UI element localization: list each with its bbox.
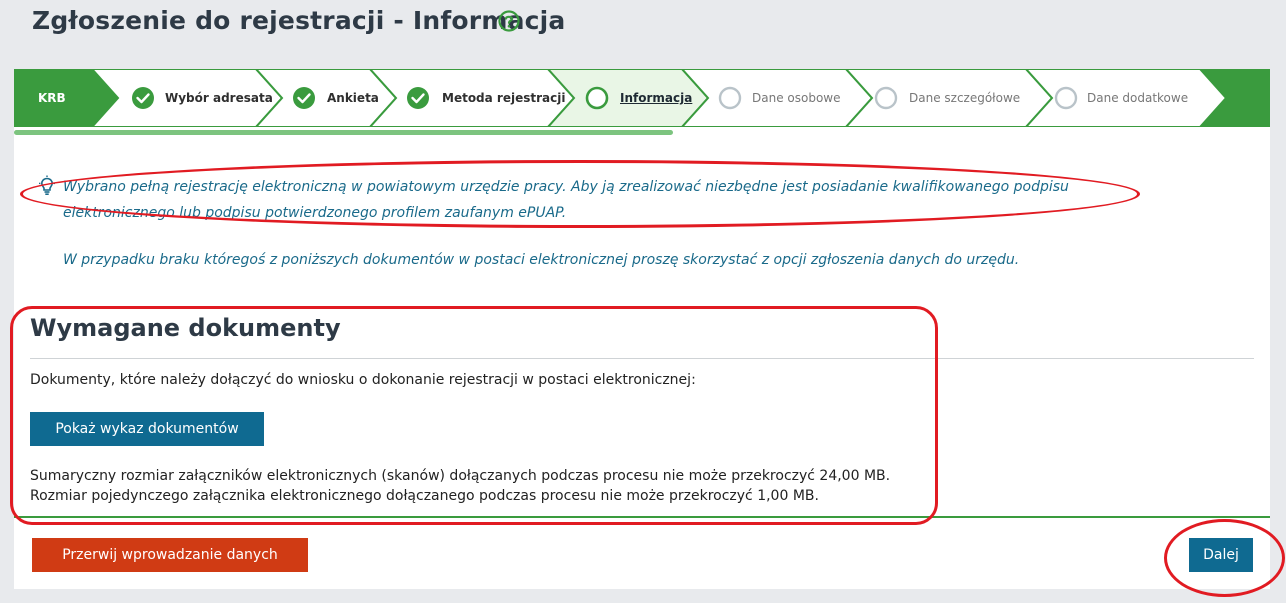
step-dane-szczegolowe: Dane szczegółowe: [909, 91, 1021, 105]
current-step-circle-icon: [585, 86, 609, 110]
check-circle-icon: [293, 87, 315, 109]
cancel-entry-button[interactable]: Przerwij wprowadzanie danych: [32, 538, 308, 572]
progress-bar: [14, 130, 673, 135]
step-krb: KRB: [38, 91, 66, 105]
step-informacja[interactable]: Informacja: [620, 91, 692, 105]
annotation-ellipse-next: [1164, 519, 1285, 597]
step-metoda-rejestracji[interactable]: Metoda rejestracji: [442, 91, 565, 105]
step-dane-osobowe: Dane osobowe: [752, 91, 841, 105]
step-ankieta[interactable]: Ankieta: [327, 91, 379, 105]
info-message-secondary: W przypadku braku któregoś z poniższych …: [63, 252, 1020, 268]
check-circle-icon: [132, 87, 154, 109]
check-circle-icon: [407, 87, 429, 109]
page-title: Zgłoszenie do rejestracji - Informacja: [32, 6, 566, 35]
question-circle-icon[interactable]: [498, 10, 520, 32]
annotation-box-documents: [10, 306, 938, 525]
step-wybor-adresata[interactable]: Wybór adresata: [165, 91, 273, 105]
annotation-ellipse-info: [20, 160, 1140, 228]
registration-steps: KRB Wybór adresata Ankieta Metoda rejest…: [14, 69, 1270, 127]
step-dane-dodatkowe: Dane dodatkowe: [1087, 91, 1189, 105]
